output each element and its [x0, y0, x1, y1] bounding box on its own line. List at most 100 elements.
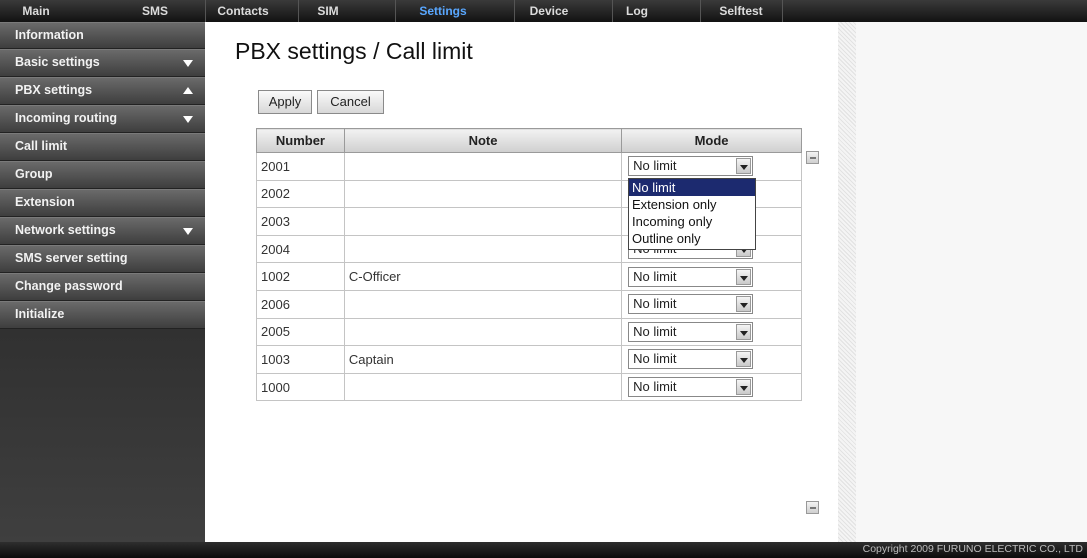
header-number: Number	[256, 128, 345, 153]
sidebar-item-label: Extension	[15, 195, 75, 209]
table-row: 1003 Captain No limit	[256, 345, 802, 374]
chevron-down-icon[interactable]	[736, 323, 752, 340]
dropdown-option[interactable]: Incoming only	[629, 213, 755, 230]
mode-select[interactable]: No limit	[628, 294, 754, 315]
scroll-track	[838, 22, 856, 542]
dropdown-option[interactable]: Extension only	[629, 196, 755, 213]
nav-tab-contacts[interactable]: Contacts	[205, 0, 281, 22]
cell-note: Captain	[343, 345, 623, 374]
mode-select-value: No limit	[633, 296, 677, 312]
table-row: 2001 No limit	[256, 152, 802, 181]
nav-tab-sms[interactable]: SMS	[120, 0, 190, 22]
cell-number: 2005	[256, 317, 345, 347]
apply-button[interactable]: Apply	[258, 90, 312, 114]
right-panel	[838, 22, 1087, 542]
sidebar-item-basic-settings[interactable]: Basic settings	[0, 49, 205, 77]
sidebar-item-network-settings[interactable]: Network settings	[0, 217, 205, 245]
nav-tab-settings[interactable]: Settings	[395, 0, 491, 22]
nav-divider	[700, 0, 701, 22]
sidebar: Information Basic settings PBX settings Inc…	[0, 22, 205, 542]
sidebar-item-label: Change password	[15, 279, 123, 293]
nav-tab-device[interactable]: Device	[514, 0, 584, 22]
cell-note	[343, 179, 623, 209]
cell-mode: No limit	[621, 345, 802, 374]
sidebar-item-sms-server-setting[interactable]: SMS server setting	[0, 245, 205, 273]
scroll-down-button[interactable]	[806, 501, 819, 514]
sidebar-item-extension[interactable]: Extension	[0, 189, 205, 217]
cell-number: 2001	[256, 152, 345, 181]
chevron-down-icon[interactable]	[736, 379, 752, 396]
dropdown-option[interactable]: No limit	[629, 179, 755, 196]
sidebar-item-label: Basic settings	[15, 55, 100, 69]
sidebar-item-label: Incoming routing	[15, 111, 118, 125]
header-mode: Mode	[621, 128, 802, 153]
mode-select[interactable]: No limit	[628, 321, 754, 342]
nav-tab-sim[interactable]: SIM	[298, 0, 358, 22]
table-row: 2006 No limit	[256, 289, 802, 319]
sidebar-item-call-limit[interactable]: Call limit	[0, 133, 205, 161]
table-header-row: Number Note Mode	[256, 128, 802, 153]
sidebar-item-information[interactable]: Information	[0, 22, 205, 49]
cell-mode: No limit	[621, 152, 802, 181]
mode-select[interactable]: No limit	[628, 156, 754, 177]
nav-divider	[612, 0, 613, 22]
chevron-down-icon[interactable]	[736, 296, 752, 313]
cell-note	[343, 372, 623, 402]
sidebar-item-label: Information	[15, 28, 84, 42]
chevron-down-icon[interactable]	[736, 158, 752, 175]
sidebar-item-change-password[interactable]: Change password	[0, 273, 205, 301]
chevron-down-icon[interactable]	[736, 351, 752, 368]
sidebar-item-label: Initialize	[15, 307, 65, 321]
sidebar-item-pbx-settings[interactable]: PBX settings	[0, 77, 205, 105]
sidebar-item-label: Call limit	[15, 139, 68, 153]
mode-select[interactable]: No limit	[628, 266, 754, 287]
call-limit-table: Number Note Mode 2001 No limit 2002 No limi…	[256, 128, 802, 402]
sidebar-item-group[interactable]: Group	[0, 161, 205, 189]
mode-select[interactable]: No limit	[628, 349, 754, 370]
cell-mode: No limit	[621, 372, 802, 402]
cell-number: 1003	[256, 345, 345, 374]
sidebar-menu: Information Basic settings PBX settings Inc…	[0, 22, 205, 329]
cell-number: 2004	[256, 234, 345, 264]
sidebar-item-label: SMS server setting	[15, 251, 128, 265]
cell-number: 1000	[256, 372, 345, 402]
header-note: Note	[343, 128, 623, 153]
nav-divider	[782, 0, 783, 22]
mode-select-value: No limit	[633, 158, 677, 174]
nav-divider	[395, 0, 396, 22]
cell-note: C-Officer	[343, 262, 623, 291]
cell-number: 2006	[256, 289, 345, 319]
page-title: PBX settings / Call limit	[235, 38, 473, 64]
nav-tab-main[interactable]: Main	[0, 0, 72, 22]
cell-number: 1002	[256, 262, 345, 291]
nav-divider	[514, 0, 515, 22]
footer-bar: Copyright 2009 FURUNO ELECTRIC CO., LTD	[0, 542, 1087, 558]
nav-divider	[205, 0, 206, 22]
top-navigation-bar: Main SMS Contacts SIM Settings Device Log Selft…	[0, 0, 1087, 22]
cell-number: 2003	[256, 207, 345, 236]
table-row: 2005 No limit	[256, 317, 802, 347]
sidebar-item-incoming-routing[interactable]: Incoming routing	[0, 105, 205, 133]
cell-mode: No limit	[621, 262, 802, 291]
cell-number: 2002	[256, 179, 345, 209]
sidebar-item-label: Network settings	[15, 223, 116, 237]
mode-select-value: No limit	[633, 268, 677, 284]
scroll-up-button[interactable]	[806, 151, 819, 164]
cell-note	[343, 207, 623, 236]
sidebar-item-label: Group	[15, 167, 53, 181]
expand-arrow-icon	[183, 228, 193, 235]
mode-select-value: No limit	[633, 379, 677, 395]
nav-tab-selftest[interactable]: Selftest	[700, 0, 782, 22]
mode-select-value: No limit	[633, 323, 677, 339]
cell-note	[343, 152, 623, 181]
chevron-down-icon[interactable]	[736, 268, 752, 285]
nav-tab-log[interactable]: Log	[612, 0, 662, 22]
cancel-button[interactable]: Cancel	[317, 90, 384, 114]
cell-mode: No limit	[621, 289, 802, 319]
copyright-text: Copyright 2009 FURUNO ELECTRIC CO., LTD	[862, 543, 1083, 555]
dropdown-option[interactable]: Outline only	[629, 230, 755, 247]
mode-select[interactable]: No limit	[628, 377, 754, 398]
cell-note	[343, 234, 623, 264]
sidebar-item-initialize[interactable]: Initialize	[0, 301, 205, 329]
expand-arrow-icon	[183, 60, 193, 67]
